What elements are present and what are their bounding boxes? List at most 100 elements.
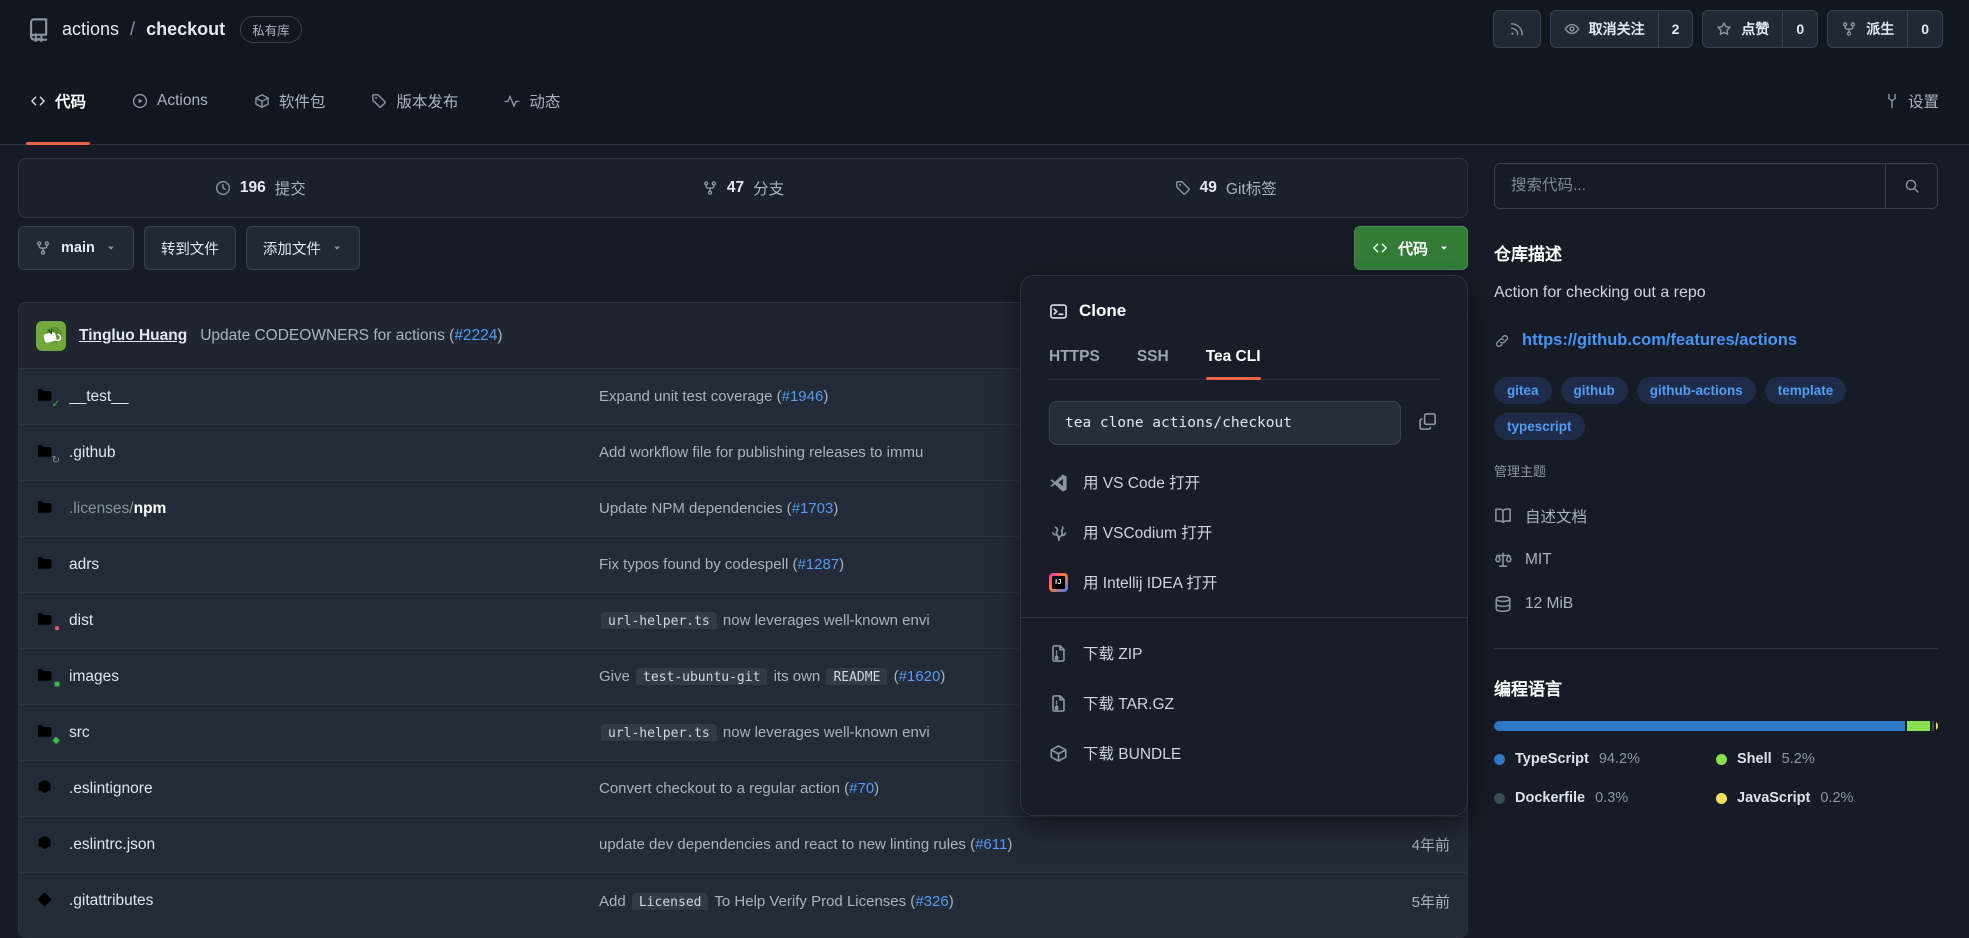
commit-author[interactable]: Tingluo Huang (79, 327, 187, 345)
rss-button[interactable] (1493, 10, 1541, 48)
folder-icon: ↻ (36, 442, 56, 463)
unwatch-button[interactable]: 取消关注 2 (1550, 10, 1694, 48)
tab-settings[interactable]: 设置 (1884, 58, 1939, 144)
open-vscode-item[interactable]: 用 VS Code 打开 (1049, 457, 1439, 507)
repo-tabs: 代码 Actions 软件包 版本发布 动态 (30, 58, 560, 144)
folder-icon (36, 498, 56, 519)
goto-file-label: 转到文件 (161, 238, 219, 259)
open-vscodium-item[interactable]: 用 VSCodium 打开 (1049, 507, 1439, 557)
file-name-link[interactable]: adrs (69, 556, 599, 574)
clone-tab-https[interactable]: HTTPS (1049, 348, 1100, 379)
language-item-Dockerfile[interactable]: Dockerfile 0.3% (1494, 790, 1716, 806)
file-name-link[interactable]: .eslintrc.json (69, 836, 599, 854)
commits-stat[interactable]: 196提交 (19, 177, 502, 199)
file-name-link[interactable]: .licenses/npm (69, 500, 599, 518)
file-name-link[interactable]: __test__ (69, 388, 599, 406)
topic-github[interactable]: github (1561, 377, 1628, 404)
folder-icon: ✓ (36, 386, 56, 407)
description-title: 仓库描述 (1494, 240, 1938, 265)
code-button-label: 代码 (1398, 238, 1428, 259)
goto-file-button[interactable]: 转到文件 (144, 226, 236, 270)
code-chip: Licensed (632, 893, 709, 910)
tag-icon (1175, 180, 1191, 196)
tag-icon (371, 93, 387, 109)
issue-ref-link[interactable]: #1620 (899, 668, 941, 685)
readme-link[interactable]: 自述文档 (1494, 494, 1938, 538)
code-icon (30, 93, 46, 109)
download-bundle-item[interactable]: 下载 BUNDLE (1049, 728, 1439, 778)
repo-size[interactable]: 12 MiB (1494, 582, 1938, 626)
branch-selector[interactable]: main (18, 226, 134, 270)
topic-github-actions[interactable]: github-actions (1637, 377, 1756, 404)
commit-ref-link[interactable]: #2224 (454, 327, 497, 344)
copy-icon (1418, 412, 1437, 431)
clone-command-input[interactable] (1049, 401, 1401, 445)
topic-typescript[interactable]: typescript (1494, 413, 1585, 440)
tab-code[interactable]: 代码 (30, 58, 86, 144)
table-row: .eslintrc.json update dev dependencies a… (19, 817, 1467, 873)
eye-icon (1564, 21, 1580, 37)
search-button[interactable] (1885, 164, 1937, 208)
breadcrumb-owner[interactable]: actions (62, 19, 119, 40)
vscode-icon (1049, 473, 1068, 492)
language-item-TypeScript[interactable]: TypeScript 94.2% (1494, 751, 1716, 767)
tab-actions[interactable]: Actions (132, 58, 208, 144)
website-link[interactable]: https://github.com/features/actions (1522, 331, 1797, 350)
language-segment-Dockerfile (1932, 721, 1934, 731)
language-legend: TypeScript 94.2% Shell 5.2% Dockerfile 0… (1494, 751, 1938, 806)
issue-ref-link[interactable]: #1703 (792, 500, 834, 517)
add-file-button[interactable]: 添加文件 (246, 226, 360, 270)
clone-tab-ssh[interactable]: SSH (1137, 348, 1169, 379)
download-zip-item[interactable]: 下载 ZIP (1049, 628, 1439, 678)
code-chip: test-ubuntu-git (636, 668, 767, 685)
issue-ref-link[interactable]: #611 (975, 836, 1007, 853)
star-icon (1716, 21, 1732, 37)
license-link[interactable]: MIT (1494, 538, 1938, 582)
breadcrumb-repo[interactable]: checkout (146, 19, 225, 40)
language-item-Shell[interactable]: Shell 5.2% (1716, 751, 1938, 767)
clone-title: Clone (1079, 301, 1126, 321)
tab-packages[interactable]: 软件包 (254, 58, 326, 144)
vscodium-icon (1049, 523, 1068, 542)
file-name-link[interactable]: .gitattributes (69, 892, 599, 910)
manage-topics-link[interactable]: 管理主题 (1494, 461, 1938, 480)
topic-template[interactable]: template (1765, 377, 1847, 404)
topic-gitea[interactable]: gitea (1494, 377, 1552, 404)
file-commit-time: 5年前 (1360, 891, 1450, 912)
language-dot-icon (1494, 793, 1505, 804)
star-button[interactable]: 点赞 0 (1702, 10, 1818, 48)
file-name-link[interactable]: .eslintignore (69, 780, 599, 798)
language-item-JavaScript[interactable]: JavaScript 0.2% (1716, 790, 1938, 806)
search-icon (1904, 178, 1920, 194)
issue-ref-link[interactable]: #326 (915, 893, 948, 910)
package-icon (1049, 744, 1068, 763)
file-name-link[interactable]: dist (69, 612, 599, 630)
search-input[interactable] (1495, 164, 1885, 208)
issue-ref-link[interactable]: #70 (849, 780, 874, 797)
file-name-link[interactable]: images (69, 668, 599, 686)
tab-releases[interactable]: 版本发布 (371, 58, 458, 144)
gitfile-icon (36, 891, 56, 912)
clone-tab-teacli[interactable]: Tea CLI (1206, 348, 1261, 379)
issue-ref-link[interactable]: #1946 (782, 388, 824, 405)
code-clone-button[interactable]: 代码 (1354, 226, 1468, 270)
language-dot-icon (1716, 793, 1727, 804)
database-icon (1494, 595, 1512, 613)
avatar[interactable] (36, 321, 66, 351)
copy-button[interactable] (1416, 410, 1439, 436)
open-idea-item[interactable]: IJ 用 Intellij IDEA 打开 (1049, 557, 1439, 607)
chevron-down-icon (1438, 242, 1450, 254)
repo-stats-bar: 196提交 47分支 49Git标签 (18, 158, 1468, 218)
branches-stat[interactable]: 47分支 (502, 177, 985, 199)
code-chip: README (826, 668, 887, 685)
download-targz-item[interactable]: 下载 TAR.GZ (1049, 678, 1439, 728)
issue-ref-link[interactable]: #1287 (797, 556, 839, 573)
fork-button[interactable]: 派生 0 (1827, 10, 1943, 48)
tags-stat[interactable]: 49Git标签 (984, 177, 1467, 199)
repo-description: Action for checking out a repo (1494, 282, 1938, 304)
file-name-link[interactable]: src (69, 724, 599, 742)
eslint-icon (36, 778, 56, 799)
file-name-link[interactable]: .github (69, 444, 599, 462)
tab-settings-label: 设置 (1908, 90, 1939, 112)
tab-activity[interactable]: 动态 (504, 58, 560, 144)
